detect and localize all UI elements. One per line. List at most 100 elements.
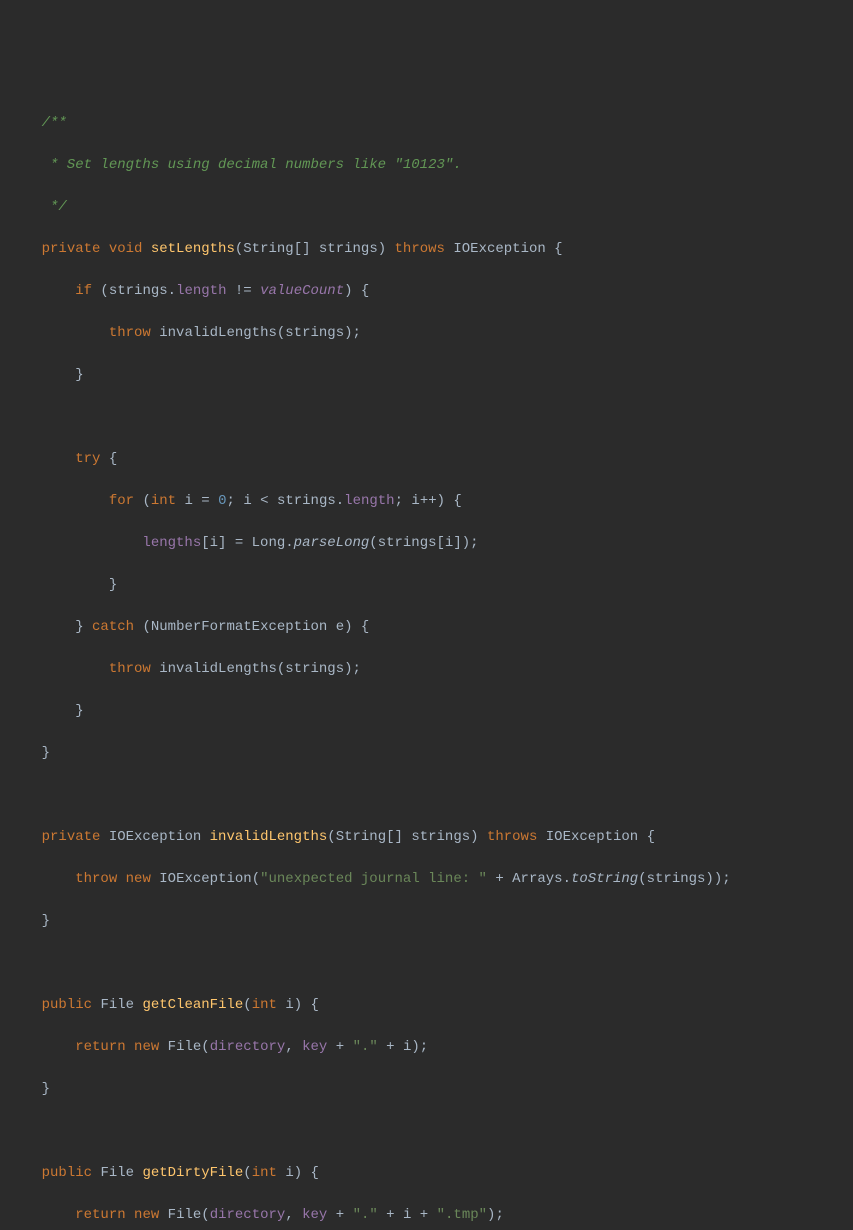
ref-strings: strings [647, 871, 706, 887]
kw-public: public [42, 1165, 92, 1181]
ref-strings: strings [277, 493, 336, 509]
code-line: } [0, 743, 853, 764]
paren: ( [327, 829, 335, 845]
kw-new: new [134, 1207, 159, 1223]
dot: . [168, 283, 176, 299]
param-i: i [285, 997, 293, 1013]
code-line: } catch (NumberFormatException e) { [0, 617, 853, 638]
code-line: */ [0, 197, 853, 218]
type-ioexception: IOException [546, 829, 638, 845]
paren: ( [235, 241, 243, 257]
ref-strings: strings [378, 535, 437, 551]
code-line: } [0, 365, 853, 386]
brackets: [] [386, 829, 411, 845]
string-dot: "." [353, 1207, 378, 1223]
type-ioexception: IOException [453, 241, 545, 257]
comma: , [285, 1207, 302, 1223]
field-valueCount: valueCount [260, 283, 344, 299]
paren: ( [243, 997, 251, 1013]
param-e: e [336, 619, 344, 635]
code-line: for (int i = 0; i < strings.length; i++)… [0, 491, 853, 512]
kw-new: new [134, 1039, 159, 1055]
dot: . [285, 535, 293, 551]
op: + [378, 1207, 403, 1223]
bracket: [ [201, 535, 209, 551]
kw-private: private [42, 241, 101, 257]
field-lengths: lengths [142, 535, 201, 551]
code-line: if (strings.length != valueCount) { [0, 281, 853, 302]
code-line: throw invalidLengths(strings); [0, 659, 853, 680]
brace: } [109, 577, 117, 593]
kw-throw: throw [109, 661, 151, 677]
method-getDirtyFile: getDirtyFile [142, 1165, 243, 1181]
paren: ); [487, 1207, 504, 1223]
method-getCleanFile: getCleanFile [142, 997, 243, 1013]
bracket: ]); [453, 535, 478, 551]
var-i: i [243, 493, 251, 509]
brace: } [75, 619, 92, 635]
paren: ( [243, 1165, 251, 1181]
code-line: } [0, 911, 853, 932]
kw-for: for [109, 493, 134, 509]
string-unexpected: "unexpected journal line: " [260, 871, 487, 887]
kw-throw: throw [109, 325, 151, 341]
type-string: String [336, 829, 386, 845]
code-line [0, 407, 853, 428]
paren: ) { [344, 283, 369, 299]
field-key: key [302, 1207, 327, 1223]
op: + [378, 1039, 403, 1055]
paren: ) { [344, 619, 369, 635]
brace: } [75, 703, 83, 719]
kw-throws: throws [395, 241, 445, 257]
kw-if: if [75, 283, 92, 299]
code-line [0, 1121, 853, 1142]
brace: } [42, 1081, 50, 1097]
type-ioexception: IOException [159, 871, 251, 887]
kw-int: int [151, 493, 176, 509]
code-line: * Set lengths using decimal numbers like… [0, 155, 853, 176]
kw-return: return [75, 1039, 125, 1055]
paren: ( [252, 871, 260, 887]
code-line: /** [0, 113, 853, 134]
paren: ( [638, 871, 646, 887]
type-file: File [100, 1165, 134, 1181]
ref-strings: strings [285, 325, 344, 341]
call-invalidLengths: invalidLengths [159, 661, 277, 677]
kw-new: new [126, 871, 151, 887]
ref-i: i [403, 1039, 411, 1055]
code-line: try { [0, 449, 853, 470]
paren: ) { [294, 1165, 319, 1181]
field-length: length [176, 283, 226, 299]
string-tmp: ".tmp" [437, 1207, 487, 1223]
ref-strings: strings [109, 283, 168, 299]
ref-strings: strings [285, 661, 344, 677]
field-directory: directory [210, 1207, 286, 1223]
code-line [0, 785, 853, 806]
op: + [411, 1207, 436, 1223]
code-line: public File getCleanFile(int i) { [0, 995, 853, 1016]
brace: { [546, 241, 563, 257]
op: + [487, 871, 512, 887]
type-ioexception: IOException [109, 829, 201, 845]
param-strings: strings [411, 829, 470, 845]
method-invalidLengths: invalidLengths [210, 829, 328, 845]
comment-start: /** [8, 115, 67, 131]
field-key: key [302, 1039, 327, 1055]
kw-catch: catch [92, 619, 134, 635]
comment-end: */ [8, 199, 67, 215]
paren: ( [277, 661, 285, 677]
op: != [226, 283, 260, 299]
ref-i: i [403, 1207, 411, 1223]
paren: ( [134, 493, 151, 509]
code-line [0, 953, 853, 974]
kw-int: int [252, 997, 277, 1013]
code-line: lengths[i] = Long.parseLong(strings[i]); [0, 533, 853, 554]
param-i: i [285, 1165, 293, 1181]
brace: } [75, 367, 83, 383]
kw-int: int [252, 1165, 277, 1181]
var-i: i [411, 493, 419, 509]
paren: ); [344, 661, 361, 677]
kw-throw: throw [75, 871, 117, 887]
brace: } [42, 913, 50, 929]
bracket: [ [437, 535, 445, 551]
